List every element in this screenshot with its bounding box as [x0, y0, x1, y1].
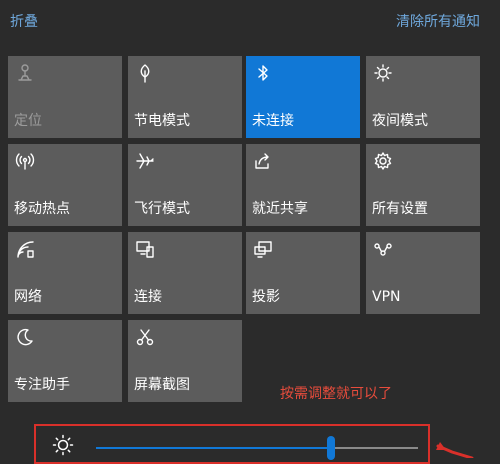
tile-label: 所有设置: [372, 201, 428, 217]
tile-label: VPN: [372, 289, 401, 305]
tile-vpn[interactable]: VPN: [366, 232, 480, 314]
tile-label: 定位: [14, 113, 42, 129]
tile-night-light[interactable]: 夜间模式: [366, 56, 480, 138]
tile-label: 网络: [14, 289, 42, 305]
tile-location[interactable]: 定位: [8, 56, 122, 138]
tile-screen-snip[interactable]: 屏幕截图: [128, 320, 242, 402]
collapse-link[interactable]: 折叠: [10, 13, 38, 31]
annotation-arrow: [436, 442, 474, 458]
tile-network[interactable]: 网络: [8, 232, 122, 314]
tile-label: 节电模式: [134, 113, 190, 129]
tile-bluetooth[interactable]: 未连接: [246, 56, 360, 138]
vpn-icon: [373, 239, 393, 259]
tile-label: 专注助手: [14, 377, 70, 393]
bluetooth-icon: [253, 63, 273, 83]
clear-all-notifications-link[interactable]: 清除所有通知: [396, 13, 480, 31]
annotation-text: 按需调整就可以了: [280, 386, 392, 402]
gear-icon: [373, 151, 393, 171]
tile-all-settings[interactable]: 所有设置: [366, 144, 480, 226]
network-icon: [15, 239, 35, 259]
hotspot-icon: [15, 151, 35, 171]
brightness-icon: [52, 434, 74, 456]
tile-label: 移动热点: [14, 201, 70, 217]
tile-connect[interactable]: 连接: [128, 232, 242, 314]
action-center-header: 折叠 清除所有通知: [0, 0, 500, 44]
tile-project[interactable]: 投影: [246, 232, 360, 314]
tile-focus-assist[interactable]: 专注助手: [8, 320, 122, 402]
tile-battery-saver[interactable]: 节电模式: [128, 56, 242, 138]
tile-label: 飞行模式: [134, 201, 190, 217]
share-icon: [253, 151, 273, 171]
connect-icon: [135, 239, 155, 259]
screenshot-icon: [135, 327, 155, 347]
brightness-slider[interactable]: [96, 436, 418, 460]
tile-label: 未连接: [252, 113, 294, 129]
airplane-icon: [135, 151, 155, 171]
tile-label: 屏幕截图: [134, 377, 190, 393]
moon-icon: [15, 327, 35, 347]
slider-fill: [96, 447, 331, 449]
slider-thumb[interactable]: [327, 436, 335, 460]
project-icon: [253, 239, 273, 259]
quick-actions-grid: 定位 节电模式 未连接 夜间模式 移动热点 飞行模式 就近共享 所有设置 网络 …: [8, 56, 484, 402]
tile-mobile-hotspot[interactable]: 移动热点: [8, 144, 122, 226]
tile-label: 夜间模式: [372, 113, 428, 129]
tile-label: 就近共享: [252, 201, 308, 217]
leaf-icon: [135, 63, 155, 83]
night-light-icon: [373, 63, 393, 83]
location-icon: [15, 63, 35, 83]
tile-label: 投影: [252, 289, 280, 305]
tile-nearby-sharing[interactable]: 就近共享: [246, 144, 360, 226]
tile-airplane-mode[interactable]: 飞行模式: [128, 144, 242, 226]
tile-label: 连接: [134, 289, 162, 305]
